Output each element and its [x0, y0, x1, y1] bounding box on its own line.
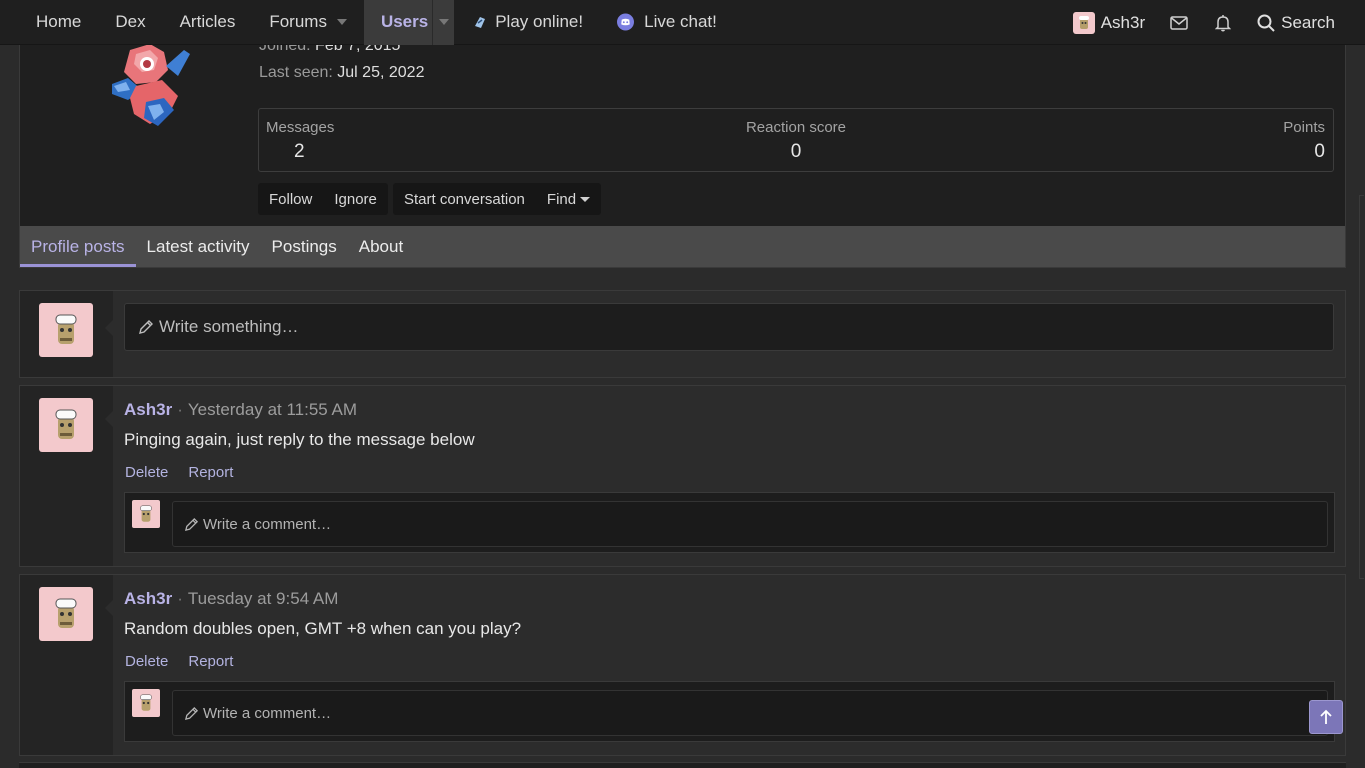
avatar[interactable] — [39, 398, 93, 452]
top-navigation: Home Dex Articles Forums Users Play onli… — [0, 0, 1365, 45]
profile-tabs: Profile posts Latest activity Postings A… — [20, 226, 1345, 267]
write-comment-placeholder: Write a comment… — [203, 704, 332, 722]
last-seen-label: Last seen: — [259, 64, 333, 81]
follow-ignore-group: Follow Ignore — [258, 183, 388, 215]
post-pointer — [105, 599, 114, 617]
comment-area: Write a comment… — [124, 492, 1335, 553]
post-pointer — [105, 410, 114, 428]
post-author[interactable]: Ash3r — [124, 589, 172, 608]
chevron-down-icon[interactable] — [336, 19, 347, 25]
nav-dex[interactable]: Dex — [98, 0, 162, 45]
separator: · — [177, 400, 183, 419]
delete-link[interactable]: Delete — [124, 464, 168, 481]
play-online-icon — [471, 14, 488, 31]
delete-link[interactable]: Delete — [124, 653, 168, 670]
conversation-find-group: Start conversation Find — [393, 183, 602, 215]
tab-about[interactable]: About — [348, 226, 414, 267]
nav-users[interactable]: Users — [363, 0, 455, 45]
chevron-down-icon — [580, 196, 591, 202]
pencil-icon — [184, 517, 199, 531]
search-icon — [1257, 14, 1275, 32]
post-author[interactable]: Ash3r — [124, 400, 172, 419]
post-header: Ash3r · Tuesday at 9:54 AM — [124, 589, 338, 609]
comment-area: Write a comment… — [124, 681, 1335, 742]
nav-live-chat-label: Live chat! — [644, 12, 717, 31]
write-comment-placeholder: Write a comment… — [203, 515, 332, 533]
stat-reaction-score[interactable]: Reaction score 0 — [259, 119, 1333, 163]
find-button[interactable]: Find — [536, 191, 601, 208]
discord-icon — [617, 13, 635, 31]
envelope-icon — [1170, 15, 1188, 30]
composer-pointer — [105, 319, 114, 337]
post-actions: Delete Report — [124, 464, 252, 481]
last-seen-value: Jul 25, 2022 — [337, 64, 425, 81]
alerts-button[interactable] — [1201, 0, 1245, 45]
tab-postings[interactable]: Postings — [261, 226, 348, 267]
scroll-to-top-button[interactable] — [1309, 700, 1343, 734]
bell-icon — [1215, 14, 1232, 31]
nav-account[interactable]: Ash3r — [1061, 11, 1157, 34]
nav-live-chat[interactable]: Live chat! — [600, 0, 734, 45]
post-time[interactable]: Tuesday at 9:54 AM — [188, 589, 339, 608]
profile-post: Ash3r · Yesterday at 11:55 AM Pinging agai… — [19, 385, 1346, 567]
post-header: Ash3r · Yesterday at 11:55 AM — [124, 400, 357, 420]
stat-points-label: Points — [1283, 119, 1325, 136]
report-link[interactable]: Report — [187, 464, 233, 481]
nav-users-label: Users — [380, 12, 429, 31]
inbox-button[interactable] — [1157, 0, 1201, 45]
chevron-down-icon — [438, 19, 449, 25]
nav-users-dropdown[interactable] — [432, 0, 454, 45]
profile-post-composer: Write something… — [19, 290, 1346, 378]
stat-reaction-label: Reaction score — [745, 119, 847, 136]
nav-username: Ash3r — [1100, 12, 1146, 32]
write-comment-input[interactable]: Write a comment… — [172, 690, 1328, 736]
next-post-edge — [19, 762, 1346, 768]
report-link[interactable]: Report — [187, 653, 233, 670]
arrow-up-icon — [1320, 709, 1332, 724]
post-body: Pinging again, just reply to the message… — [124, 430, 475, 449]
scrollbar[interactable] — [1359, 195, 1364, 579]
nav-forums[interactable]: Forums — [252, 0, 364, 45]
post-body: Random doubles open, GMT +8 when can you… — [124, 619, 522, 638]
write-something-input[interactable]: Write something… — [124, 303, 1334, 351]
profile-stats: Messages 2 Reaction score 0 Points 0 — [258, 108, 1334, 172]
comment-avatar[interactable] — [132, 500, 160, 528]
find-label: Find — [546, 190, 577, 208]
nav-articles[interactable]: Articles — [163, 0, 253, 45]
ignore-button[interactable]: Ignore — [323, 191, 388, 208]
search-button[interactable]: Search — [1245, 13, 1365, 33]
stat-reaction-value: 0 — [790, 141, 802, 162]
comment-avatar[interactable] — [132, 689, 160, 717]
tab-latest-activity[interactable]: Latest activity — [136, 226, 261, 267]
nav-forums-label: Forums — [269, 12, 327, 31]
search-label: Search — [1281, 12, 1335, 32]
last-seen-line: Last seen: Jul 25, 2022 — [259, 64, 424, 82]
profile-avatar-sprite[interactable] — [106, 40, 196, 136]
write-comment-input[interactable]: Write a comment… — [172, 501, 1328, 547]
separator: · — [177, 589, 183, 608]
post-time[interactable]: Yesterday at 11:55 AM — [188, 400, 357, 419]
user-avatar-icon — [1072, 11, 1095, 34]
avatar[interactable] — [39, 303, 93, 357]
nav-home[interactable]: Home — [0, 0, 98, 45]
write-something-placeholder: Write something… — [159, 317, 299, 336]
post-actions: Delete Report — [124, 653, 252, 670]
nav-play-online[interactable]: Play online! — [454, 0, 600, 45]
pencil-icon — [139, 320, 153, 334]
avatar[interactable] — [39, 587, 93, 641]
stat-points-value: 0 — [1314, 141, 1325, 162]
tab-profile-posts[interactable]: Profile posts — [20, 226, 136, 267]
stat-points[interactable]: Points 0 — [1283, 119, 1325, 163]
nav-play-online-label: Play online! — [495, 12, 584, 31]
follow-button[interactable]: Follow — [258, 191, 323, 208]
nav-user-tools: Ash3r Search — [1061, 0, 1365, 45]
pencil-icon — [184, 706, 199, 720]
profile-post: Ash3r · Tuesday at 9:54 AM Random doubles … — [19, 574, 1346, 756]
start-conversation-button[interactable]: Start conversation — [393, 191, 536, 208]
